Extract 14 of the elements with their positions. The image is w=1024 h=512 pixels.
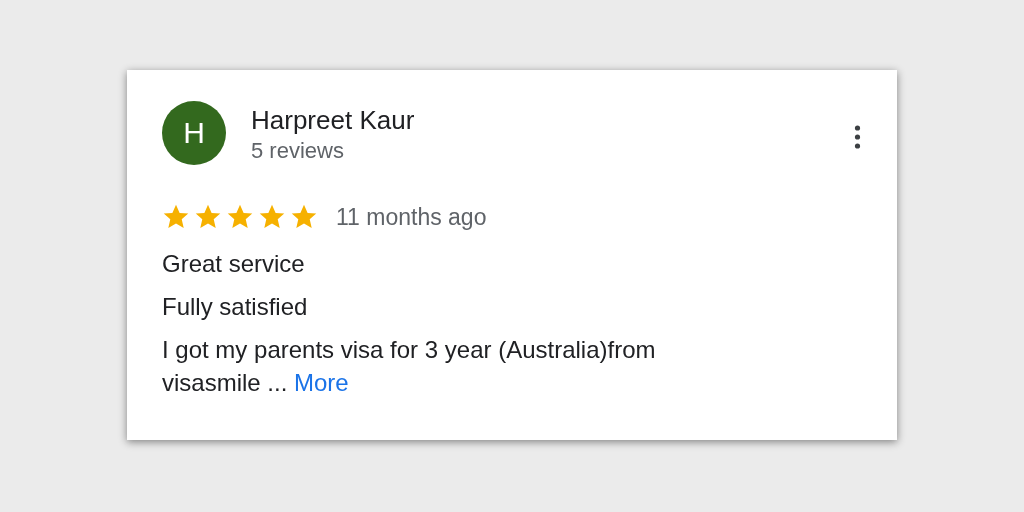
- more-options-icon[interactable]: [854, 125, 861, 149]
- review-count: 5 reviews: [251, 137, 345, 165]
- star-icon: [162, 203, 190, 231]
- more-link[interactable]: More: [294, 369, 349, 396]
- star-icon: [258, 203, 286, 231]
- star-icon: [226, 203, 254, 231]
- reviewer-name[interactable]: Harpreet Kaur: [251, 104, 854, 136]
- star-icon: [290, 203, 318, 231]
- review-text: Fully satisfied: [162, 292, 309, 322]
- star-icon: [194, 203, 222, 231]
- review-text: I got my parents visa for 3 year (Australia)from visasmile ... More: [162, 335, 657, 398]
- avatar[interactable]: H: [162, 101, 226, 165]
- review-time: 11 months ago: [336, 203, 487, 231]
- review-text: Great service: [162, 249, 306, 279]
